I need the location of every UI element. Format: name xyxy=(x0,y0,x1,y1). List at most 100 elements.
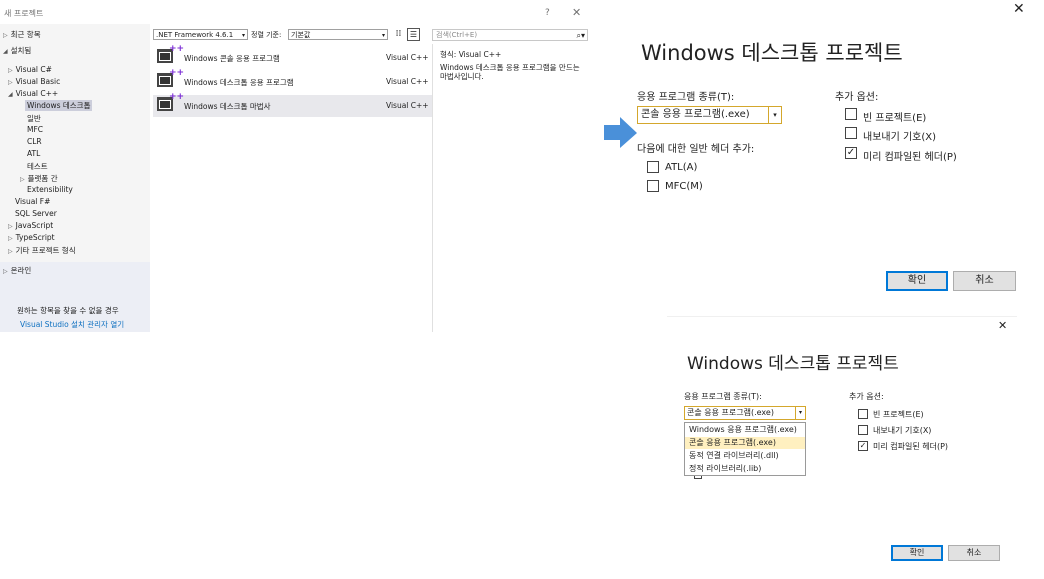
tree-item-online[interactable]: ▷ 온라인 xyxy=(3,265,31,276)
dialog-title: 새 프로젝트 xyxy=(4,9,44,18)
checkmark-icon: ✓ xyxy=(859,441,867,450)
collapse-arrow-icon: ◢ xyxy=(8,91,13,98)
tree-item-cross-platform[interactable]: ▷ 플랫폼 간 xyxy=(20,173,58,184)
checkmark-icon: ✓ xyxy=(846,147,856,158)
expand-arrow-icon: ▷ xyxy=(8,223,13,230)
new-project-dialog: 새 프로젝트 ? ✕ ▷ 최근 항목 ◢ 설치됨 ▷ Visual C# ▷ Visua… xyxy=(0,0,590,332)
detail-type: 형식: Visual C++ xyxy=(440,50,502,59)
expand-arrow-icon: ▷ xyxy=(3,32,8,39)
close-button[interactable]: ✕ xyxy=(998,319,1007,332)
help-button[interactable]: ? xyxy=(545,8,550,18)
dropdown-option[interactable]: 정적 라이브러리(.lib) xyxy=(685,463,805,475)
tree-item-sql-server[interactable]: SQL Server xyxy=(15,209,57,218)
atl-label: ATL(A) xyxy=(665,162,698,173)
tree-item-general[interactable]: 일반 xyxy=(27,113,41,124)
template-item-selected[interactable]: ++ Windows 데스크톱 마법사 Visual C++ xyxy=(153,92,432,117)
export-symbols-label: 내보내기 기호(X) xyxy=(863,132,937,143)
export-symbols-checkbox[interactable] xyxy=(845,127,857,139)
detail-description: Windows 데스크톱 응용 프로그램을 만드는 마법사입니다. xyxy=(440,63,580,81)
cancel-button[interactable]: 취소 xyxy=(948,545,1000,561)
search-input[interactable]: 검색(Ctrl+E) ⌕▾ xyxy=(432,29,588,41)
additional-options-label: 추가 옵션: xyxy=(849,392,884,401)
expand-arrow-icon: ▷ xyxy=(8,235,13,242)
tree-item-installed[interactable]: ◢ 설치됨 xyxy=(3,45,31,56)
plus-icon: ++ xyxy=(169,68,185,78)
cancel-button[interactable]: 취소 xyxy=(953,271,1016,291)
empty-project-checkbox[interactable] xyxy=(845,108,857,120)
empty-project-checkbox[interactable] xyxy=(858,409,868,419)
divider xyxy=(432,44,433,332)
mfc-checkbox[interactable] xyxy=(647,180,659,192)
tree-item-visual-fsharp[interactable]: Visual F# xyxy=(15,197,50,206)
tree-item-mfc[interactable]: MFC xyxy=(27,125,43,134)
sort-label: 정렬 기준: xyxy=(251,31,282,39)
small-icons-view-icon[interactable]: ⁞⁞ xyxy=(393,29,404,40)
arrow-right-icon xyxy=(604,117,637,148)
mfc-label: MFC(M) xyxy=(665,181,703,192)
tree-item-recent[interactable]: ▷ 최근 항목 xyxy=(3,29,41,40)
precompiled-header-checkbox[interactable]: ✓ xyxy=(845,147,857,159)
empty-project-label: 빈 프로젝트(E) xyxy=(863,113,927,124)
chevron-down-icon: ▾ xyxy=(795,407,805,419)
close-button[interactable]: ✕ xyxy=(1013,1,1025,17)
expand-arrow-icon: ▷ xyxy=(3,268,8,275)
tree-item-atl[interactable]: ATL xyxy=(27,149,40,158)
tree-item-extensibility[interactable]: Extensibility xyxy=(27,185,73,194)
tree-item-visual-cpp[interactable]: ◢ Visual C++ xyxy=(8,89,58,98)
open-installer-link[interactable]: Visual Studio 설치 관리자 열기 xyxy=(20,319,124,330)
tree-item-test[interactable]: 테스트 xyxy=(27,161,48,172)
template-item[interactable]: ++ Windows 데스크톱 응용 프로그램 Visual C++ xyxy=(153,68,432,93)
template-language: Visual C++ xyxy=(386,101,429,110)
app-type-dropdown-list: Windows 응용 프로그램(.exe) 콘솔 응용 프로그램(.exe) 동… xyxy=(684,422,806,476)
app-type-combo[interactable]: 콘솔 응용 프로그램(.exe) ▾ xyxy=(684,406,806,420)
dialog-heading: Windows 데스크톱 프로젝트 xyxy=(641,41,903,65)
template-item[interactable]: ++ Windows 콘솔 응용 프로그램 Visual C++ xyxy=(153,44,432,69)
dropdown-option[interactable]: 동적 연결 라이브러리(.dll) xyxy=(685,450,805,462)
empty-project-label: 빈 프로젝트(E) xyxy=(873,410,924,419)
template-name: Windows 데스크톱 마법사 xyxy=(184,102,271,111)
tree-item-windows-desktop[interactable]: Windows 데스크톱 xyxy=(25,100,93,111)
expand-arrow-icon: ▷ xyxy=(8,248,13,255)
tree-item-visual-csharp[interactable]: ▷ Visual C# xyxy=(8,65,52,74)
precompiled-header-checkbox[interactable]: ✓ xyxy=(858,441,868,451)
app-type-label: 응용 프로그램 종류(T): xyxy=(637,92,735,103)
tree-item-typescript[interactable]: ▷ TypeScript xyxy=(8,233,55,242)
additional-options-label: 추가 옵션: xyxy=(835,92,879,103)
footer-text: 원하는 항목을 찾을 수 없을 경우 xyxy=(17,306,119,315)
divider xyxy=(667,316,1017,317)
tree-item-javascript[interactable]: ▷ JavaScript xyxy=(8,221,53,230)
dialog-heading: Windows 데스크톱 프로젝트 xyxy=(687,354,899,374)
precompiled-header-label: 미리 컴파일된 헤더(P) xyxy=(863,152,957,163)
app-type-label: 응용 프로그램 종류(T): xyxy=(684,392,762,401)
export-symbols-label: 내보내기 기호(X) xyxy=(873,426,932,435)
ok-button[interactable]: 확인 xyxy=(886,271,948,291)
ok-button[interactable]: 확인 xyxy=(891,545,943,561)
dropdown-option[interactable]: Windows 응용 프로그램(.exe) xyxy=(685,424,805,436)
list-view-icon[interactable]: ☰ xyxy=(407,28,420,41)
plus-icon: ++ xyxy=(169,92,185,102)
sort-select[interactable]: 기본값 ▾ xyxy=(288,29,388,40)
collapse-arrow-icon: ◢ xyxy=(3,48,8,55)
dropdown-option-selected[interactable]: 콘솔 응용 프로그램(.exe) xyxy=(685,437,805,449)
tree-item-clr[interactable]: CLR xyxy=(27,137,42,146)
chevron-down-icon: ▾ xyxy=(381,32,385,39)
template-language: Visual C++ xyxy=(386,77,429,86)
template-name: Windows 데스크톱 응용 프로그램 xyxy=(184,78,294,87)
search-icon: ⌕▾ xyxy=(576,31,586,40)
template-language: Visual C++ xyxy=(386,53,429,62)
common-headers-label: 다음에 대한 일반 헤더 추가: xyxy=(637,144,755,155)
export-symbols-checkbox[interactable] xyxy=(858,425,868,435)
tree-item-other-types[interactable]: ▷ 기타 프로젝트 형식 xyxy=(8,245,76,256)
tree-item-visual-basic[interactable]: ▷ Visual Basic xyxy=(8,77,60,86)
atl-checkbox[interactable] xyxy=(647,161,659,173)
expand-arrow-icon: ▷ xyxy=(8,67,13,74)
framework-select[interactable]: .NET Framework 4.6.1 ▾ xyxy=(153,29,248,40)
template-name: Windows 콘솔 응용 프로그램 xyxy=(184,54,280,63)
expand-arrow-icon: ▷ xyxy=(20,176,25,183)
chevron-down-icon: ▾ xyxy=(768,107,781,123)
app-type-combo[interactable]: 콘솔 응용 프로그램(.exe) ▾ xyxy=(637,106,782,124)
precompiled-header-label: 미리 컴파일된 헤더(P) xyxy=(873,442,949,451)
close-button[interactable]: ✕ xyxy=(572,6,581,19)
chevron-down-icon: ▾ xyxy=(241,32,245,39)
plus-icon: ++ xyxy=(169,44,185,54)
